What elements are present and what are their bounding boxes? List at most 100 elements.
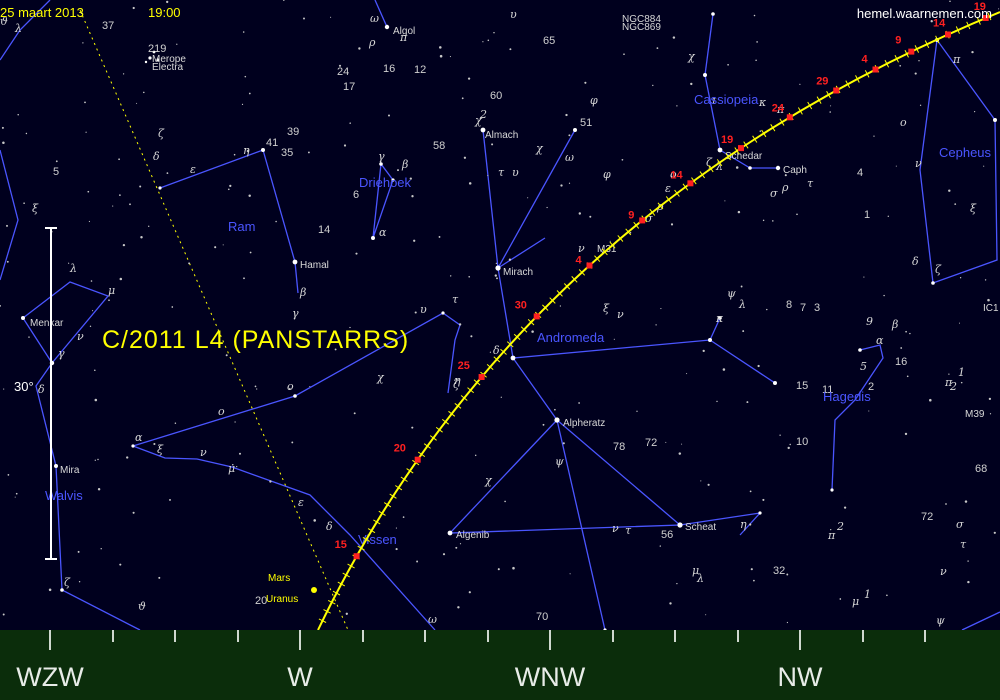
svg-text:ψ: ψ: [936, 614, 945, 627]
svg-text:ω: ω: [428, 613, 437, 626]
comet-date-mark: [478, 374, 485, 380]
svg-text:Andromeda: Andromeda: [537, 330, 605, 345]
horizon-minor-tick: [424, 630, 426, 642]
svg-text:56: 56: [661, 529, 673, 541]
faint-star: [589, 215, 592, 218]
faint-star: [735, 166, 739, 169]
comet-date-mark: [586, 262, 593, 269]
svg-text:Electra: Electra: [152, 62, 184, 73]
faint-star: [988, 397, 992, 401]
faint-star: [122, 73, 125, 75]
svg-text:Mira: Mira: [60, 465, 80, 476]
horizon-minor-tick: [361, 630, 364, 642]
chart-time: 19:00: [148, 5, 181, 20]
scale-bar: [50, 228, 52, 559]
faint-star: [960, 381, 963, 384]
faint-star: [746, 401, 749, 404]
svg-text:Cassiopeia: Cassiopeia: [694, 92, 759, 107]
faint-star: [707, 483, 710, 486]
svg-text:τ: τ: [452, 293, 459, 306]
faint-star: [772, 220, 774, 222]
faint-star: [559, 305, 562, 307]
faint-star: [119, 277, 123, 281]
site-url[interactable]: hemel.waarnemen.com: [857, 6, 992, 21]
faint-star: [214, 246, 217, 249]
faint-star: [6, 260, 9, 263]
faint-star: [269, 480, 272, 483]
faint-star: [439, 46, 442, 49]
faint-star: [971, 50, 974, 54]
svg-text:ω: ω: [565, 151, 574, 164]
svg-text:1: 1: [958, 366, 965, 379]
faint-star: [742, 330, 745, 333]
faint-star: [705, 614, 707, 616]
svg-text:κ: κ: [715, 312, 724, 325]
horizon-major-tick: [49, 630, 51, 650]
svg-text:ξ: ξ: [970, 202, 977, 215]
faint-star: [461, 97, 464, 100]
svg-text:12: 12: [414, 64, 426, 76]
faint-star: [886, 594, 888, 597]
faint-star: [568, 134, 571, 137]
faint-star: [983, 165, 985, 167]
faint-star: [463, 156, 467, 159]
faint-star: [119, 563, 122, 566]
faint-star: [948, 373, 950, 375]
svg-text:τ: τ: [807, 177, 814, 190]
faint-star: [964, 500, 968, 503]
faint-star: [7, 474, 10, 476]
faint-star: [313, 519, 316, 522]
svg-text:α: α: [876, 334, 884, 347]
comet-date-label: 19: [721, 134, 733, 146]
faint-star: [906, 375, 909, 378]
faint-star: [449, 56, 451, 58]
faint-star: [829, 111, 831, 113]
faint-star: [233, 153, 236, 156]
svg-text:ο: ο: [218, 405, 225, 418]
faint-star: [171, 306, 174, 308]
faint-star: [887, 215, 889, 217]
faint-star: [724, 200, 726, 202]
horizon-minor-tick: [486, 630, 489, 642]
horizon-minor-tick: [674, 630, 676, 642]
svg-text:σ: σ: [770, 187, 778, 200]
faint-star: [457, 606, 460, 609]
svg-text:Alpheratz: Alpheratz: [563, 418, 605, 429]
faint-star: [613, 338, 615, 340]
faint-star: [241, 103, 244, 106]
faint-star: [578, 212, 581, 215]
comet-date-label: 20: [394, 443, 406, 455]
faint-star: [750, 568, 753, 571]
faint-star: [256, 388, 258, 390]
faint-star: [3, 388, 5, 390]
svg-text:β: β: [299, 286, 306, 299]
faint-star: [77, 550, 80, 553]
constellation-names: Ram Driehoek Andromeda Cassiopeia Cepheu…: [45, 92, 992, 547]
svg-text:υ: υ: [512, 166, 519, 179]
faint-star: [438, 235, 441, 238]
svg-text:χ: χ: [535, 142, 544, 155]
faint-star: [873, 135, 875, 137]
faint-star: [496, 277, 498, 280]
svg-text:ρ: ρ: [781, 181, 789, 194]
svg-text:δ: δ: [38, 383, 45, 396]
svg-text:ο: ο: [900, 116, 907, 129]
faint-star: [136, 102, 138, 104]
svg-text:Cepheus: Cepheus: [939, 145, 992, 160]
svg-text:η: η: [740, 518, 747, 531]
faint-star: [282, 0, 285, 1]
svg-text:51: 51: [580, 117, 592, 129]
faint-star: [786, 621, 788, 624]
faint-star: [2, 613, 5, 616]
faint-star: [489, 351, 491, 353]
svg-text:ψ: ψ: [727, 287, 736, 300]
faint-star: [759, 130, 762, 132]
scale-bar-bottom-cap: [45, 558, 57, 560]
svg-text:35: 35: [281, 147, 293, 159]
svg-text:15: 15: [796, 380, 808, 392]
svg-text:λ: λ: [738, 298, 746, 311]
direction-wnw: WNW: [514, 662, 586, 692]
faint-star: [509, 48, 512, 51]
faint-star: [482, 41, 484, 43]
svg-text:φ: φ: [590, 94, 598, 107]
